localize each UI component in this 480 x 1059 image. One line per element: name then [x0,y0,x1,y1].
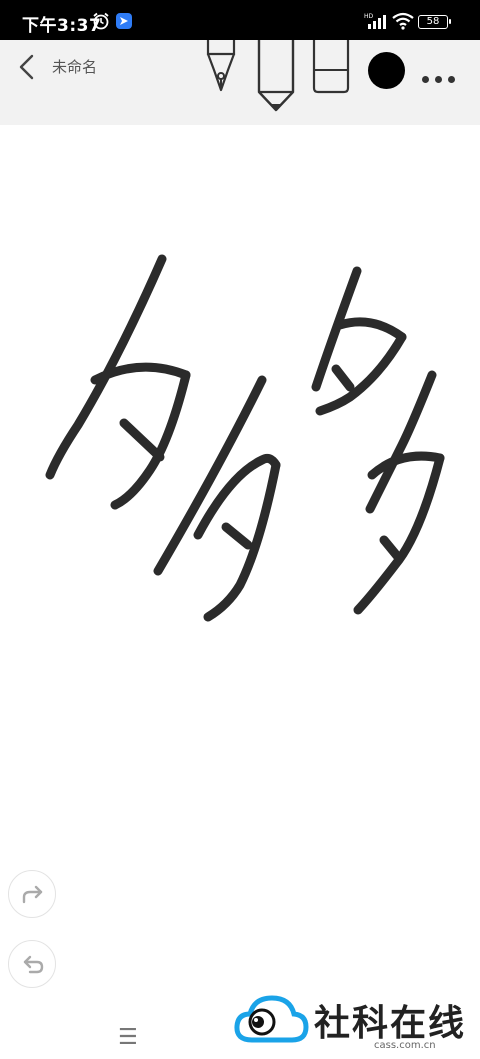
alarm-icon [93,12,109,30]
pen-tool-icon[interactable] [254,40,298,114]
app-notification-icon [116,13,132,29]
color-picker-button[interactable] [368,52,405,89]
watermark-brand: 社科在线 [314,1003,467,1044]
handwriting-strokes [45,254,445,622]
status-time: 下午3:37 [22,16,102,36]
toolbar: 未命名 [0,40,480,125]
document-title[interactable]: 未命名 [52,56,97,77]
wifi-icon [392,12,414,30]
undo-button[interactable] [8,940,56,988]
menu-handle-icon[interactable]: ☰ [118,1025,138,1050]
signal-icon: HD [364,13,386,29]
fountain-pen-tool-icon[interactable] [198,40,244,100]
undo-icon [23,955,44,974]
watermark-url: cass.com.cn [374,1040,436,1051]
redo-button[interactable] [8,870,56,918]
cloud-eye-logo-icon [234,995,309,1043]
redo-icon [22,885,43,904]
back-arrow-icon[interactable] [14,52,42,82]
drawing-canvas[interactable] [0,125,480,995]
status-bar: 下午3:37 HD 58 [0,0,480,40]
more-options-icon[interactable] [422,68,462,83]
battery-indicator: 58 [418,15,451,29]
svg-text:HD: HD [364,13,374,20]
watermark: 社科在线 cass.com.cn [234,990,474,1052]
eraser-tool-icon[interactable] [308,40,354,96]
